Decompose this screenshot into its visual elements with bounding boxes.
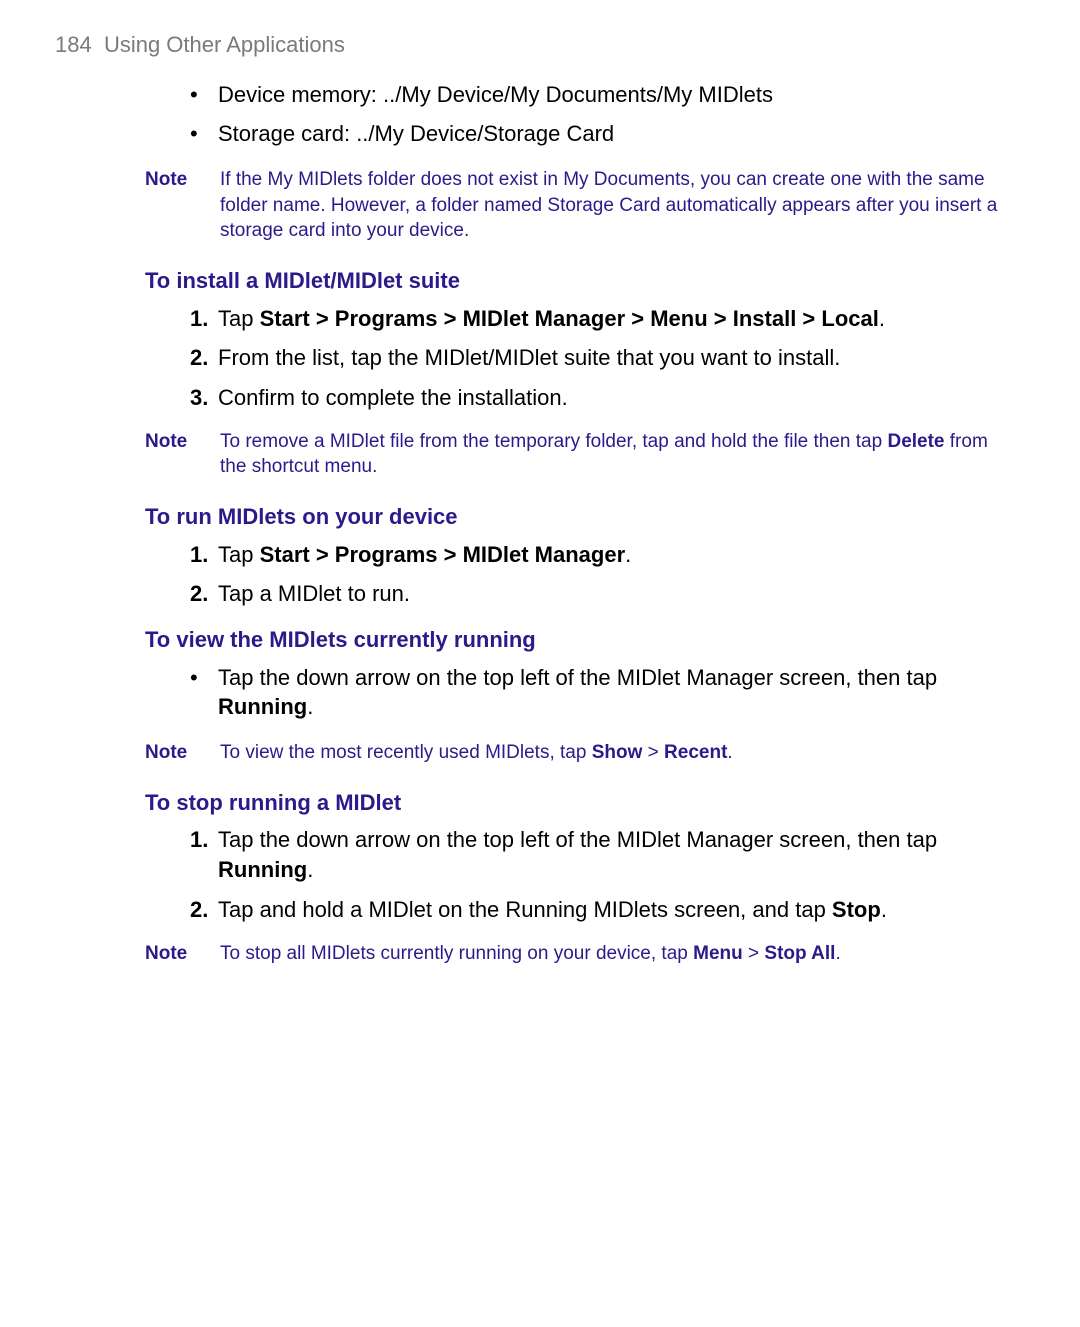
step-text-pre: Tap: [218, 542, 260, 567]
bullet-post: .: [307, 694, 313, 719]
list-item: 2. Tap a MIDlet to run.: [190, 579, 1025, 609]
step-text-pre: Tap the down arrow on the top left of th…: [218, 827, 937, 852]
step-text: From the list, tap the MIDlet/MIDlet sui…: [218, 345, 840, 370]
bullet-list: Tap the down arrow on the top left of th…: [55, 663, 1025, 722]
section-heading: To view the MIDlets currently running: [145, 625, 1025, 655]
bullet-text: Device memory: ../My Device/My Documents…: [218, 82, 773, 107]
note-label: Note: [145, 740, 220, 766]
list-item: 2. Tap and hold a MIDlet on the Running …: [190, 895, 1025, 925]
note-bold: Delete: [887, 431, 944, 452]
page-header: 184 Using Other Applications: [55, 30, 1025, 60]
note-block: Note To view the most recently used MIDl…: [55, 740, 1025, 766]
numbered-list: 1. Tap Start > Programs > MIDlet Manager…: [55, 540, 1025, 609]
step-marker: 2.: [190, 343, 208, 373]
note-bold1: Show: [592, 742, 643, 763]
step-text-post: .: [879, 306, 885, 331]
step-text-bold: Stop: [832, 897, 881, 922]
step-marker: 2.: [190, 579, 208, 609]
page-number: 184: [55, 32, 92, 57]
note-bold2: Stop All: [764, 943, 835, 964]
step-text: Confirm to complete the installation.: [218, 385, 568, 410]
list-item: 3. Confirm to complete the installation.: [190, 383, 1025, 413]
numbered-list: 1. Tap the down arrow on the top left of…: [55, 825, 1025, 924]
step-text-pre: Tap: [218, 306, 260, 331]
list-item: 1. Tap Start > Programs > MIDlet Manager…: [190, 304, 1025, 334]
step-text-bold: Running: [218, 857, 307, 882]
list-item: Tap the down arrow on the top left of th…: [190, 663, 1025, 722]
note-pre: To view the most recently used MIDlets, …: [220, 742, 592, 763]
note-text: To remove a MIDlet file from the tempora…: [220, 429, 1025, 480]
bullet-bold: Running: [218, 694, 307, 719]
section-heading: To install a MIDlet/MIDlet suite: [145, 266, 1025, 296]
note-block: Note To stop all MIDlets currently runni…: [55, 941, 1025, 967]
note-pre: To remove a MIDlet file from the tempora…: [220, 431, 887, 452]
note-bold2: Recent: [664, 742, 727, 763]
note-mid: >: [743, 943, 765, 964]
step-text-post: .: [307, 857, 313, 882]
step-marker: 1.: [190, 825, 208, 855]
note-post: .: [835, 943, 840, 964]
note-label: Note: [145, 941, 220, 967]
note-text: To view the most recently used MIDlets, …: [220, 740, 1025, 766]
list-item: 1. Tap Start > Programs > MIDlet Manager…: [190, 540, 1025, 570]
step-marker: 2.: [190, 895, 208, 925]
list-item: 1. Tap the down arrow on the top left of…: [190, 825, 1025, 884]
section-heading: To run MIDlets on your device: [145, 502, 1025, 532]
note-label: Note: [145, 167, 220, 244]
section-heading: To stop running a MIDlet: [145, 788, 1025, 818]
top-bullet-list: Device memory: ../My Device/My Documents…: [55, 80, 1025, 149]
page-title: Using Other Applications: [104, 32, 345, 57]
bullet-pre: Tap the down arrow on the top left of th…: [218, 665, 937, 690]
step-text-bold: Start > Programs > MIDlet Manager: [260, 542, 626, 567]
numbered-list: 1. Tap Start > Programs > MIDlet Manager…: [55, 304, 1025, 413]
step-text-post: .: [881, 897, 887, 922]
note-text: To stop all MIDlets currently running on…: [220, 941, 1025, 967]
step-text: Tap a MIDlet to run.: [218, 581, 410, 606]
step-marker: 1.: [190, 540, 208, 570]
note-block: Note If the My MIDlets folder does not e…: [55, 167, 1025, 244]
note-block: Note To remove a MIDlet file from the te…: [55, 429, 1025, 480]
step-text-bold: Start > Programs > MIDlet Manager > Menu…: [260, 306, 879, 331]
step-marker: 1.: [190, 304, 208, 334]
note-text: If the My MIDlets folder does not exist …: [220, 167, 1025, 244]
note-pre: To stop all MIDlets currently running on…: [220, 943, 693, 964]
step-text-post: .: [625, 542, 631, 567]
note-mid: >: [642, 742, 664, 763]
note-bold1: Menu: [693, 943, 743, 964]
list-item: Device memory: ../My Device/My Documents…: [190, 80, 1025, 110]
list-item: Storage card: ../My Device/Storage Card: [190, 119, 1025, 149]
step-marker: 3.: [190, 383, 208, 413]
note-post: .: [727, 742, 732, 763]
step-text-pre: Tap and hold a MIDlet on the Running MID…: [218, 897, 832, 922]
note-label: Note: [145, 429, 220, 480]
bullet-text: Storage card: ../My Device/Storage Card: [218, 121, 614, 146]
list-item: 2. From the list, tap the MIDlet/MIDlet …: [190, 343, 1025, 373]
